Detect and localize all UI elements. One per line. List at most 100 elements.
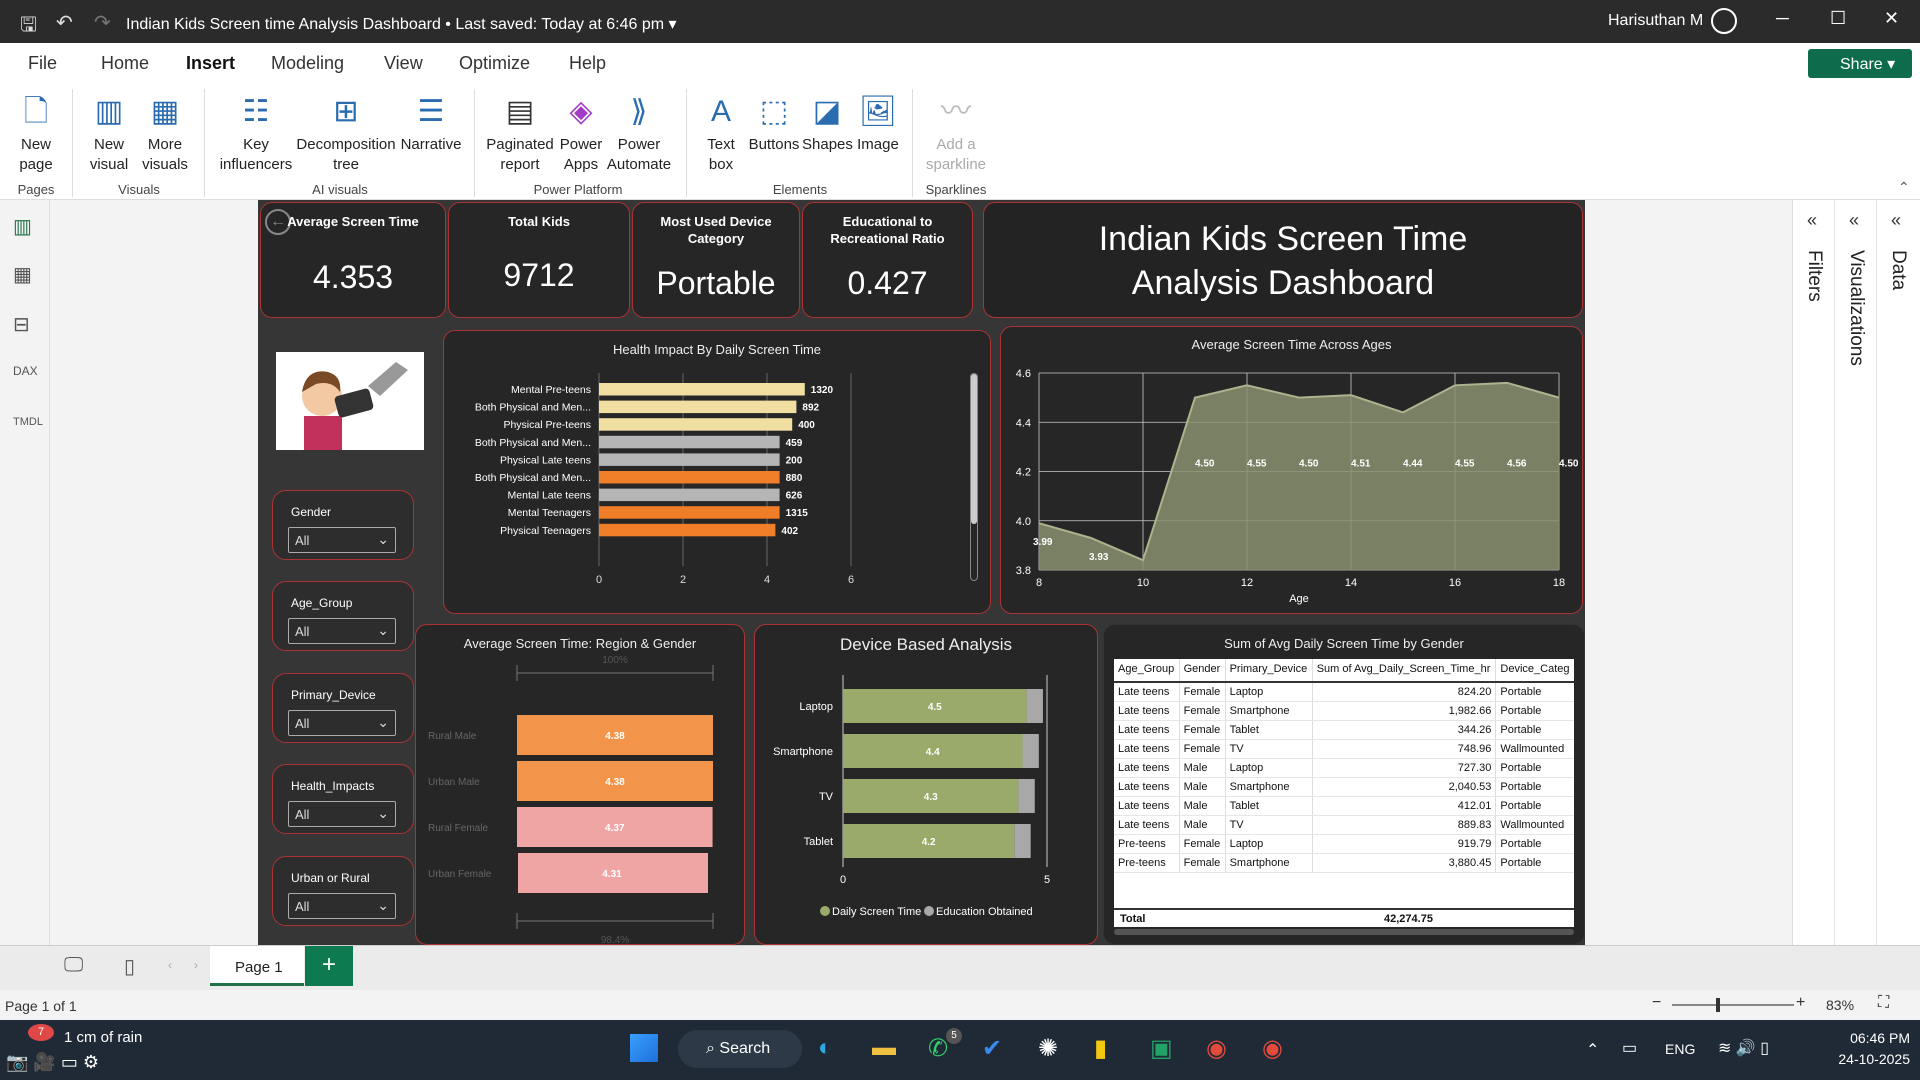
table-row[interactable]: Late teens Female TV 748.96 Wallmounted [1114, 739, 1574, 759]
column-header[interactable]: Age_Group [1114, 659, 1180, 683]
windows-start-icon[interactable] [630, 1034, 658, 1069]
desktop-layout-icon[interactable]: 🖵 [64, 954, 83, 977]
dax-query-icon[interactable]: DAX [13, 364, 38, 378]
data-pane[interactable]: « Data [1877, 200, 1919, 945]
mobile-layout-icon[interactable]: ▯ [124, 954, 135, 979]
chevron-left-icon[interactable]: « [1807, 210, 1817, 231]
menu-insert[interactable]: Insert [186, 53, 236, 84]
slicer-gender[interactable]: Gender All ⌄ [272, 490, 414, 560]
tmdl-view-icon[interactable]: TMDL [13, 416, 43, 428]
table-row[interactable]: Late teens Female Tablet 344.26 Portable [1114, 720, 1574, 740]
chrome-icon[interactable]: ◉ [1206, 1034, 1227, 1063]
power-bi-icon[interactable]: ▮ [1094, 1034, 1107, 1063]
menu-optimize[interactable]: Optimize [459, 53, 530, 74]
excel-icon[interactable]: ▣ [1150, 1034, 1173, 1063]
slicer-dropdown[interactable]: All ⌄ [288, 893, 396, 919]
chevron-left-icon[interactable]: « [1891, 210, 1901, 231]
image-button[interactable]: 🖼 Image [852, 93, 904, 155]
save-icon[interactable]: 🖫 [20, 10, 37, 44]
paginated-report-button[interactable]: ▤ Paginated report [484, 93, 556, 175]
close-icon[interactable]: ✕ [1884, 8, 1899, 29]
table-row[interactable]: Pre-teens Female Smartphone 3,880.45 Portabl… [1114, 853, 1574, 873]
column-header[interactable]: Sum of Avg_Daily_Screen_Time_hr [1312, 659, 1497, 683]
report-view-icon[interactable]: ▥ [13, 214, 32, 239]
chevron-left-icon[interactable]: « [1849, 210, 1859, 231]
slicer-dropdown[interactable]: All ⌄ [288, 527, 396, 553]
dashboard-title-card[interactable]: Indian Kids Screen Time Analysis Dashboa… [983, 202, 1583, 318]
zoom-level[interactable]: 83% [1826, 997, 1854, 1013]
document-title[interactable]: Indian Kids Screen time Analysis Dashboa… [126, 14, 677, 34]
menu-file[interactable]: File [28, 53, 57, 74]
slicer-primary-device[interactable]: Primary_Device All ⌄ [272, 673, 414, 743]
power-automate-button[interactable]: ⟫ Power Automate [606, 93, 672, 175]
slicer-dropdown[interactable]: All ⌄ [288, 710, 396, 736]
column-header[interactable]: Primary_Device [1225, 659, 1313, 683]
table-row[interactable]: Late teens Female Smartphone 1,982.66 Portab… [1114, 701, 1574, 721]
chrome-profile-icon[interactable]: ◉ [1262, 1034, 1283, 1063]
new-page-button[interactable]: 🗋 New page [8, 93, 64, 175]
table-row[interactable]: Late teens Male TV 889.83 Wallmounted [1114, 815, 1574, 835]
slicer-dropdown[interactable]: All ⌄ [288, 801, 396, 827]
chatgpt-icon[interactable]: ✺ [1038, 1034, 1058, 1063]
minimize-icon[interactable]: ─ [1776, 8, 1789, 29]
kpi-average-screen-time[interactable]: ← Average Screen Time 4.353 [260, 202, 446, 318]
menu-view[interactable]: View [384, 53, 423, 74]
todo-icon[interactable]: ✔ [982, 1034, 1002, 1063]
device-analysis-chart[interactable]: Device Based Analysis 0 5 Laptop 4.5 Smartph… [754, 624, 1098, 945]
table-view-icon[interactable]: ▦ [13, 262, 32, 287]
user-name[interactable]: Harisuthan M [1608, 12, 1703, 30]
table-row[interactable]: Late teens Male Tablet 412.01 Portable [1114, 796, 1574, 816]
menu-modeling[interactable]: Modeling [271, 53, 344, 74]
slicer-urban-rural[interactable]: Urban or Rural All ⌄ [272, 856, 414, 926]
weather-text[interactable]: 1 cm of rain [64, 1029, 142, 1046]
prev-page-icon[interactable]: ‹ [168, 958, 172, 972]
undo-icon[interactable]: ↶ [56, 10, 73, 35]
fit-to-page-icon[interactable]: ⛶ [1878, 994, 1889, 1012]
camera-icon[interactable]: 📷 🎥 ▭ ⚙ [6, 1052, 99, 1073]
chevron-up-icon[interactable]: ⌃ [1586, 1040, 1599, 1060]
table-row[interactable]: Late teens Male Laptop 727.30 Portable [1114, 758, 1574, 778]
taskbar-search[interactable]: ⌕ Search [678, 1030, 802, 1068]
kpi-most-used-device[interactable]: Most Used Device Category Portable [632, 202, 800, 318]
table-row[interactable]: Late teens Female Laptop 824.20 Portable [1114, 682, 1574, 702]
wifi-icon[interactable]: ≋ 🔊 ▯ [1718, 1038, 1769, 1058]
health-impact-chart[interactable]: Health Impact By Daily Screen Time 0 2 4 6 M… [443, 330, 991, 614]
more-visuals-button[interactable]: ▦ More visuals [136, 93, 194, 175]
buttons-button[interactable]: ⬚ Buttons [746, 93, 802, 155]
collapse-ribbon-icon[interactable]: ⌃ [1898, 179, 1910, 196]
model-view-icon[interactable]: ⊟ [13, 312, 30, 337]
clock-time[interactable]: 06:46 PM [1834, 1030, 1910, 1046]
avatar[interactable] [1711, 8, 1737, 34]
add-sparkline-button[interactable]: 〰 Add a sparkline [924, 93, 988, 175]
page-tab[interactable]: Page 1 [210, 946, 304, 986]
decomposition-tree-button[interactable]: ⊞ Decomposition tree [294, 93, 398, 175]
key-influencers-button[interactable]: ☷ Key influencers [216, 93, 296, 175]
slicer-health-impacts[interactable]: Health_Impacts All ⌄ [272, 764, 414, 834]
kpi-edu-recreational-ratio[interactable]: Educational to Recreational Ratio 0.427 [802, 202, 973, 318]
file-explorer-icon[interactable]: ▬ [872, 1034, 896, 1062]
table-row[interactable]: Late teens Male Smartphone 2,040.53 Portable [1114, 777, 1574, 797]
redo-icon[interactable]: ↷ [94, 10, 111, 35]
zoom-in-icon[interactable]: + [1796, 994, 1805, 1012]
language-indicator[interactable]: ENG [1665, 1041, 1695, 1057]
zoom-slider[interactable] [1672, 998, 1794, 1012]
age-area-chart[interactable]: Average Screen Time Across Ages 3.8 4.0 4.… [1000, 326, 1583, 614]
column-header[interactable]: Device_Categ [1495, 659, 1574, 683]
horizontal-scrollbar[interactable] [1114, 929, 1574, 935]
zoom-out-icon[interactable]: − [1652, 994, 1661, 1012]
shapes-button[interactable]: ◪ Shapes [802, 93, 853, 155]
kpi-total-kids[interactable]: Total Kids 9712 [448, 202, 630, 318]
text-box-button[interactable]: A Text box [696, 93, 746, 175]
new-visual-button[interactable]: ▥ New visual [84, 93, 134, 175]
power-apps-button[interactable]: ◈ Power Apps [556, 93, 606, 175]
add-page-button[interactable]: + [305, 946, 353, 986]
visualizations-pane[interactable]: « Visualizations [1835, 200, 1877, 945]
clock-date[interactable]: 24-10-2025 [1834, 1051, 1910, 1067]
next-page-icon[interactable]: › [194, 958, 198, 972]
narrative-button[interactable]: ☰ Narrative [398, 93, 464, 155]
region-gender-chart[interactable]: Average Screen Time: Region & Gender 100… [415, 624, 745, 945]
edge-icon[interactable]: ◐ [818, 1034, 833, 1062]
column-header[interactable]: Gender [1179, 659, 1226, 683]
screen-time-table[interactable]: Sum of Avg Daily Screen Time by Gender A… [1103, 624, 1585, 945]
whatsapp-icon[interactable]: ✆ [928, 1034, 948, 1063]
